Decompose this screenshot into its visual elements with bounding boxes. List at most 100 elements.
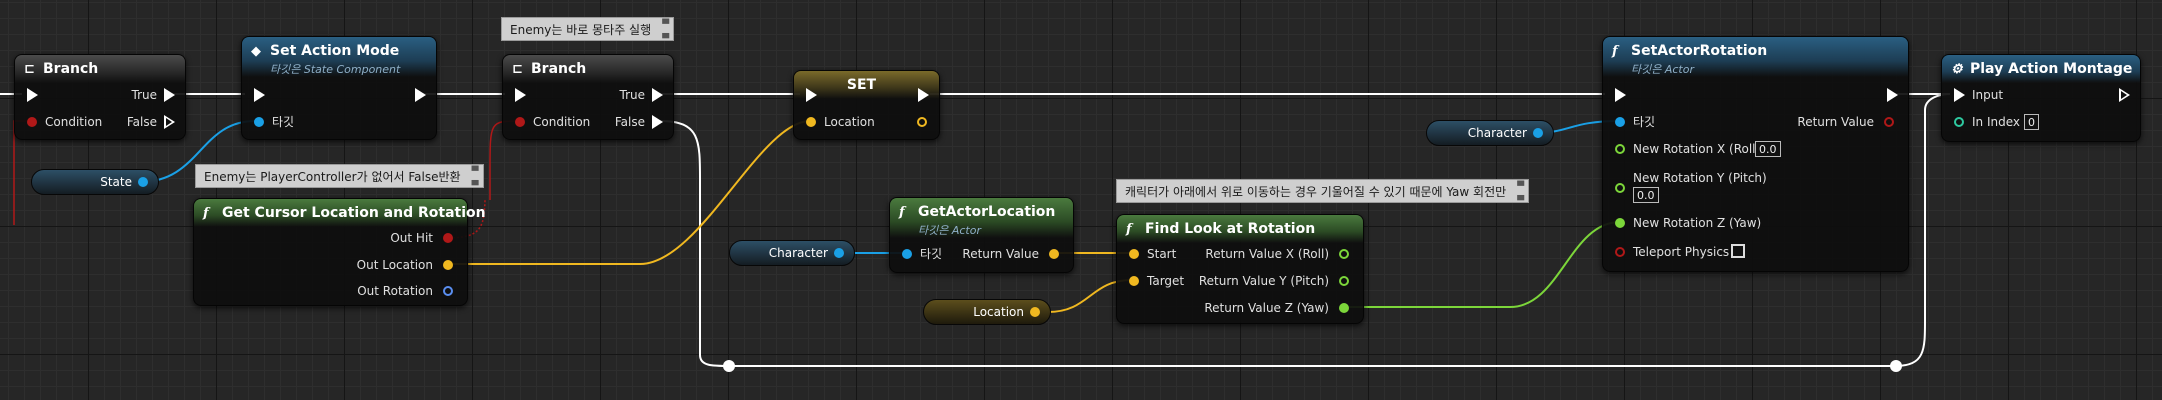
roll-value-field[interactable]: 0.0 xyxy=(1755,141,1781,157)
exec-in-pin[interactable] xyxy=(806,88,817,102)
bool-in-pin[interactable] xyxy=(515,117,525,127)
comment-text: Enemy는 바로 몽타주 실행 xyxy=(510,23,652,37)
set-variable-node[interactable]: SET Location xyxy=(793,70,940,140)
play-action-montage-node[interactable]: ⚙ Play Action Montage Input In Index 0 xyxy=(1941,54,2141,142)
variable-name: State xyxy=(100,175,132,189)
exec-in-pin[interactable] xyxy=(1615,88,1626,102)
exec-in-pin[interactable] xyxy=(254,88,265,102)
pin-label: Out Rotation xyxy=(357,284,433,298)
object-in-pin[interactable] xyxy=(254,117,264,127)
vector-out-pin[interactable] xyxy=(443,260,453,270)
pin-label: Location xyxy=(824,115,875,129)
bool-in-pin[interactable] xyxy=(1615,247,1625,257)
rotator-out-pin[interactable] xyxy=(443,286,453,296)
object-out-pin[interactable] xyxy=(1533,128,1543,138)
reroute-knot[interactable] xyxy=(723,360,735,372)
pin-label: Return Value X (Roll) xyxy=(1205,247,1329,261)
pin-label: Teleport Physics xyxy=(1633,245,1730,259)
variable-name: Location xyxy=(973,305,1024,319)
character-variable-node[interactable]: Character xyxy=(1426,120,1554,146)
comment-bubble[interactable]: Enemy는 바로 몽타주 실행 ▀ ▄ xyxy=(501,17,675,41)
vector-in-pin[interactable] xyxy=(1129,276,1139,286)
get-actor-location-node[interactable]: f GetActorLocation 타깃은 Actor 타깃 Return V… xyxy=(889,197,1074,273)
pin-icon: ▀ ▄ xyxy=(471,167,479,186)
float-in-pin[interactable] xyxy=(1615,144,1625,154)
comment-bubble[interactable]: Enemy는 PlayerController가 없어서 False반환 ▀ ▄ xyxy=(195,164,484,188)
object-in-pin[interactable] xyxy=(1615,117,1625,127)
variable-name: Character xyxy=(1467,126,1527,140)
pin-label: Return Value Z (Yaw) xyxy=(1204,301,1329,315)
comment-bubble[interactable]: 캐릭터가 아래에서 위로 이동하는 경우 기울어질 수 있기 때문에 Yaw 회… xyxy=(1116,179,1530,203)
exec-out-pin[interactable] xyxy=(2119,88,2130,102)
float-in-pin[interactable] xyxy=(1615,183,1625,193)
exec-in-pin[interactable] xyxy=(1954,88,1965,102)
object-in-pin[interactable] xyxy=(902,249,912,259)
float-out-pin[interactable] xyxy=(1339,249,1349,259)
pin-label: Out Hit xyxy=(390,231,433,245)
exec-in-pin[interactable] xyxy=(27,88,38,102)
pin-label: Target xyxy=(1147,274,1185,288)
branch-icon: ⊏ xyxy=(512,62,523,77)
set-action-mode-node[interactable]: ◆ Set Action Mode 타깃은 State Component 타깃 xyxy=(241,36,437,140)
gear-icon: ⚙ xyxy=(1951,62,1963,77)
vector-in-pin[interactable] xyxy=(806,117,816,127)
node-title: Get Cursor Location and Rotation xyxy=(222,205,486,221)
pin-label: Condition xyxy=(533,115,591,129)
node-title: SetActorRotation xyxy=(1631,43,1768,59)
node-header: ⊏ Branch xyxy=(503,55,673,83)
pitch-value-field[interactable]: 0.0 xyxy=(1633,187,1659,203)
function-icon: f xyxy=(203,206,209,221)
pin-icon: ▀ ▄ xyxy=(662,20,670,39)
pin-label: Out Location xyxy=(356,258,433,272)
variable-name: Character xyxy=(768,246,828,260)
location-variable-node[interactable]: Location xyxy=(923,299,1051,325)
branch-node[interactable]: ⊏ Branch True Condition False xyxy=(502,54,674,140)
exec-true-pin[interactable] xyxy=(652,88,663,102)
node-title: Find Look at Rotation xyxy=(1145,221,1316,237)
object-out-pin[interactable] xyxy=(138,177,148,187)
pin-label: Return Value xyxy=(962,247,1039,261)
character-variable-node[interactable]: Character xyxy=(729,240,855,266)
pin-label: In Index xyxy=(1972,115,2020,129)
pin-label: Return Value Y (Pitch) xyxy=(1198,274,1329,288)
pin-label: Input xyxy=(1972,88,2004,102)
set-actor-rotation-node[interactable]: f SetActorRotation 타깃은 Actor 타깃 Return V… xyxy=(1602,36,1909,272)
find-look-at-rotation-node[interactable]: f Find Look at Rotation Start Target Ret… xyxy=(1116,214,1364,324)
node-subtitle: 타깃은 Actor xyxy=(1631,63,1694,76)
function-icon: ◆ xyxy=(251,44,261,59)
vector-in-pin[interactable] xyxy=(1129,249,1139,259)
exec-out-pin[interactable] xyxy=(1887,88,1898,102)
pin-label: True xyxy=(619,88,646,102)
reroute-knot[interactable] xyxy=(1890,360,1902,372)
in-index-value-field[interactable]: 0 xyxy=(2024,114,2039,130)
bool-out-pin[interactable] xyxy=(1884,117,1894,127)
node-title: Branch xyxy=(43,61,99,77)
state-variable-node[interactable]: State xyxy=(31,169,159,195)
exec-true-pin[interactable] xyxy=(164,88,175,102)
float-out-pin[interactable] xyxy=(1339,276,1349,286)
branch-node[interactable]: ⊏ Branch True Condition False xyxy=(14,54,186,140)
node-header: ⊏ Branch xyxy=(15,55,185,83)
teleport-physics-checkbox[interactable] xyxy=(1731,244,1745,258)
pin-label: Start xyxy=(1147,247,1177,261)
int-in-pin[interactable] xyxy=(1954,117,1964,127)
get-cursor-location-node[interactable]: f Get Cursor Location and Rotation Out H… xyxy=(193,198,486,306)
exec-in-pin[interactable] xyxy=(515,88,526,102)
vector-out-pin[interactable] xyxy=(1030,307,1040,317)
exec-out-pin[interactable] xyxy=(415,88,426,102)
node-header: ⚙ Play Action Montage xyxy=(1942,55,2140,83)
exec-false-pin[interactable] xyxy=(652,115,663,129)
exec-out-pin[interactable] xyxy=(918,88,929,102)
bool-out-pin[interactable] xyxy=(443,233,453,243)
float-in-pin[interactable] xyxy=(1615,218,1625,228)
pin-label: Condition xyxy=(45,115,103,129)
object-out-pin[interactable] xyxy=(834,248,844,258)
float-out-pin[interactable] xyxy=(1339,303,1349,313)
node-title: Branch xyxy=(531,61,587,77)
bool-in-pin[interactable] xyxy=(27,117,37,127)
vector-out-pin[interactable] xyxy=(1049,249,1059,259)
pin-label: False xyxy=(614,115,645,129)
exec-false-pin[interactable] xyxy=(164,115,175,129)
vector-out-pin[interactable] xyxy=(917,117,927,127)
node-header: f SetActorRotation 타깃은 Actor xyxy=(1603,37,1908,77)
